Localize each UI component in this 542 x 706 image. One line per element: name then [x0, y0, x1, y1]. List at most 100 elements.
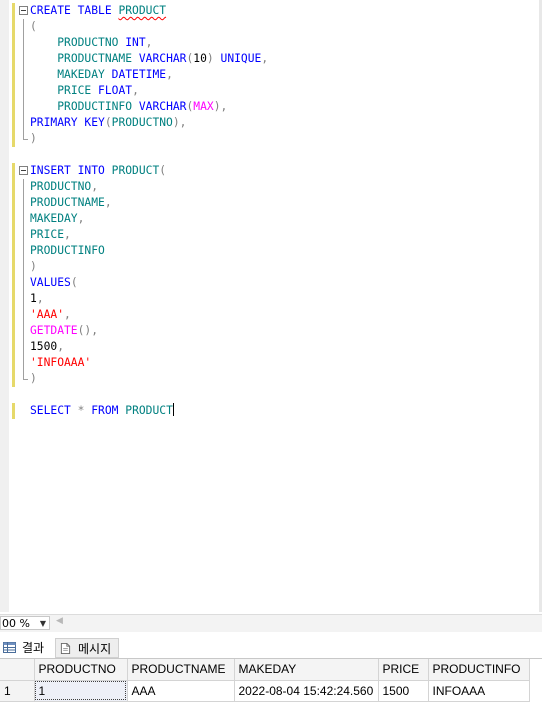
code-token: PRODUCTINFO — [57, 100, 133, 113]
code-token: , — [64, 308, 71, 321]
cell-makeday[interactable]: 2022-08-04 15:42:24.560 — [234, 680, 379, 702]
collapse-minus-icon[interactable] — [19, 6, 28, 15]
code-text: 1, — [30, 291, 44, 307]
fold-guide — [23, 355, 24, 371]
code-token: FLOAT — [98, 84, 133, 97]
code-token: 1 — [30, 292, 37, 305]
zoom-value: 00 % — [2, 617, 30, 630]
code-token: , — [57, 340, 65, 353]
code-token: UNIQUE — [220, 52, 262, 65]
fold-guide — [23, 259, 24, 275]
code-token: ( — [104, 116, 112, 129]
code-text: ( — [30, 19, 37, 35]
column-header-productname[interactable]: PRODUCTNAME — [127, 659, 235, 681]
grid-icon — [3, 642, 16, 653]
cell-price[interactable]: 1500 — [378, 680, 429, 702]
code-token: PRODUCT — [125, 404, 173, 417]
change-marker — [12, 179, 15, 195]
code-text: PRODUCTNO, — [30, 179, 98, 195]
change-marker — [12, 19, 15, 35]
code-text: 'AAA', — [30, 307, 71, 323]
editor-margin — [0, 0, 9, 612]
fold-guide — [23, 211, 24, 227]
table-row[interactable]: 1 1 AAA 2022-08-04 15:42:24.560 1500 INF… — [0, 680, 530, 702]
fold-guide — [23, 339, 24, 355]
code-token: GETDATE — [30, 324, 78, 337]
change-marker — [12, 131, 15, 147]
fold-guide — [23, 115, 24, 131]
tab-messages[interactable]: 메시지 — [55, 638, 119, 658]
code-token: ( — [30, 20, 37, 33]
cell-productname[interactable]: AAA — [127, 680, 235, 702]
code-token: , — [91, 180, 99, 193]
code-token: PRODUCTNO — [111, 116, 173, 129]
change-marker — [12, 307, 15, 323]
tab-results-label: 결과 — [22, 641, 45, 655]
column-header-price[interactable]: PRICE — [378, 659, 429, 681]
code-token: PRODUCT — [118, 4, 167, 17]
code-token: PRICE — [30, 228, 65, 241]
column-header-productno[interactable]: PRODUCTNO — [34, 659, 128, 681]
code-text: PRODUCTINFO VARCHAR(MAX), — [30, 99, 227, 115]
code-token: 'INFOAAA' — [30, 356, 92, 369]
query-editor[interactable]: CREATE TABLE PRODUCT( PRODUCTNO INT, PRO… — [0, 0, 542, 612]
code-text: ) — [30, 371, 37, 387]
text-caret — [172, 403, 174, 416]
tab-results[interactable]: 결과 — [0, 638, 54, 658]
row-number[interactable]: 1 — [0, 680, 35, 702]
change-marker — [12, 355, 15, 371]
fold-guide — [23, 179, 24, 195]
code-token: SELECT — [30, 404, 71, 417]
code-text: PRODUCTNAME, — [30, 195, 112, 211]
code-token: PRODUCTINFO — [30, 244, 105, 257]
code-token: , — [166, 68, 173, 81]
code-token: ), — [172, 116, 187, 129]
code-token: ) — [206, 52, 214, 65]
column-header-makeday[interactable]: MAKEDAY — [234, 659, 379, 681]
code-text: PRICE, — [30, 227, 71, 243]
change-marker — [12, 323, 15, 339]
code-text: PRIMARY KEY(PRODUCTNO), — [30, 115, 186, 131]
code-token: , — [104, 196, 112, 209]
collapse-minus-icon[interactable] — [19, 166, 28, 175]
scroll-left-icon[interactable]: ◀ — [56, 616, 63, 626]
fold-guide — [23, 35, 24, 51]
code-token: FROM — [91, 404, 119, 417]
code-text: VALUES( — [30, 275, 78, 291]
code-text: PRICE FLOAT, — [30, 83, 139, 99]
code-token: , — [64, 228, 71, 241]
code-token: PRODUCTNO — [30, 180, 92, 193]
grid-corner[interactable] — [0, 659, 35, 681]
code-token: ), — [213, 100, 228, 113]
code-token: VARCHAR — [138, 52, 187, 65]
code-token: INSERT — [30, 164, 71, 177]
code-text: PRODUCTNAME VARCHAR(10) UNIQUE, — [30, 51, 268, 67]
zoom-dropdown[interactable]: 00 % ▼ — [0, 616, 50, 630]
code-token: PRODUCTNO — [57, 36, 119, 49]
code-text: MAKEDAY DATETIME, — [30, 67, 173, 83]
change-marker — [12, 3, 15, 19]
code-token: 1500 — [30, 340, 58, 353]
code-token: , — [261, 52, 269, 65]
fold-guide — [23, 307, 24, 323]
column-header-productinfo[interactable]: PRODUCTINFO — [428, 659, 530, 681]
cell-productinfo[interactable]: INFOAAA — [428, 680, 530, 702]
cell-productno[interactable]: 1 — [34, 680, 128, 702]
fold-guide — [23, 19, 24, 35]
results-tab-bar: 결과 메시지 — [0, 637, 542, 659]
tab-messages-label: 메시지 — [78, 642, 112, 656]
results-grid: PRODUCTNO PRODUCTNAME MAKEDAY PRICE PROD… — [0, 659, 542, 706]
fold-guide-end — [23, 131, 28, 140]
change-marker — [12, 227, 15, 243]
chevron-down-icon: ▼ — [39, 619, 46, 628]
fold-guide — [23, 243, 24, 259]
code-token: , — [145, 36, 153, 49]
code-token: MAX — [193, 100, 214, 113]
